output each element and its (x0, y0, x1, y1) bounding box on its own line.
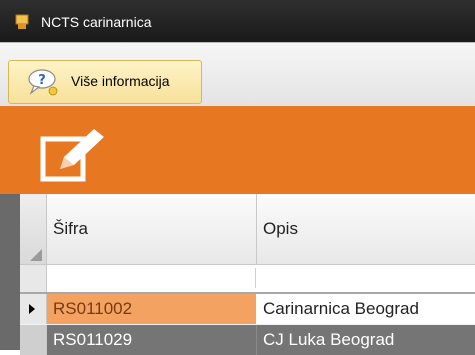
edit-banner (0, 106, 475, 194)
column-header-sifra[interactable]: Šifra (47, 194, 257, 264)
more-info-button[interactable]: ? Više informacija (8, 60, 202, 104)
edit-icon[interactable] (40, 125, 110, 185)
grid-corner-header[interactable] (20, 194, 47, 264)
grid-left-gutter (0, 194, 20, 350)
window-title: NCTS carinarnica (41, 14, 152, 30)
more-info-label: Više informacija (71, 73, 170, 89)
select-all-icon (30, 249, 42, 261)
cell-opis[interactable]: CJ Luka Beograd (257, 325, 475, 355)
svg-text:?: ? (38, 73, 46, 88)
grid-header-row: Šifra Opis (20, 194, 475, 265)
row-header[interactable] (20, 294, 47, 324)
filter-cell-sifra[interactable] (47, 268, 256, 288)
help-bubble-icon: ? (28, 69, 58, 96)
app-icon (15, 14, 29, 29)
table-row[interactable]: RS011029 CJ Luka Beograd (20, 325, 475, 355)
column-header-opis[interactable]: Opis (257, 194, 475, 264)
current-row-indicator-icon (29, 304, 35, 314)
window-titlebar: NCTS carinarnica (0, 0, 475, 42)
cell-sifra[interactable]: RS011029 (47, 325, 257, 355)
toolbar: ? Više informacija (0, 42, 475, 107)
filter-row-header (20, 265, 47, 292)
table-row[interactable]: RS011002 Carinarnica Beograd (20, 294, 475, 324)
data-grid: Šifra Opis RS011002 Carinarnica Beograd … (20, 194, 475, 355)
cell-sifra[interactable]: RS011002 (47, 294, 257, 324)
grid-filter-row (20, 265, 475, 294)
cell-opis[interactable]: Carinarnica Beograd (257, 294, 475, 324)
row-header[interactable] (20, 325, 47, 355)
